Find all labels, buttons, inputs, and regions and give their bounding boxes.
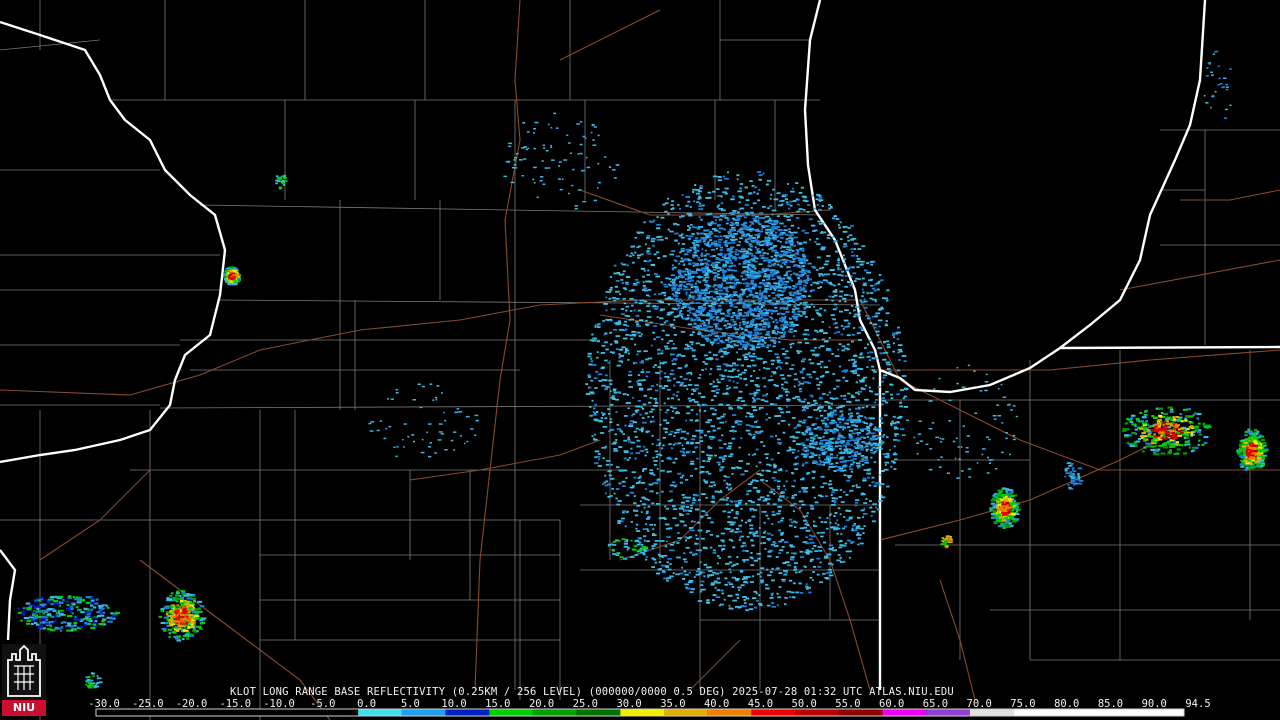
scale-label: 50.0 bbox=[791, 698, 817, 710]
scale-label: 30.0 bbox=[616, 698, 642, 710]
scale-segment bbox=[1013, 709, 1184, 716]
scale-segment bbox=[576, 709, 621, 716]
scale-label: 20.0 bbox=[528, 698, 555, 710]
scale-label: 5.0 bbox=[400, 698, 420, 710]
scale-label: 85.0 bbox=[1097, 698, 1124, 710]
scale-label: 55.0 bbox=[835, 698, 861, 710]
scale-label: -30.0 bbox=[88, 698, 120, 710]
scale-segment bbox=[882, 709, 927, 716]
scale-segment bbox=[707, 709, 752, 716]
scale-label: 65.0 bbox=[922, 698, 949, 710]
scale-label: 0.0 bbox=[357, 698, 377, 710]
scale-label: -20.0 bbox=[175, 698, 208, 710]
scale-label: 35.0 bbox=[660, 698, 686, 710]
radar-product-caption: KLOT LONG RANGE BASE REFLECTIVITY (0.25K… bbox=[230, 686, 954, 698]
reflectivity-color-scale bbox=[95, 708, 1185, 717]
scale-segment bbox=[969, 709, 1014, 716]
scale-label: 60.0 bbox=[879, 698, 905, 710]
scale-segment bbox=[445, 709, 490, 716]
scale-label: -25.0 bbox=[131, 698, 164, 710]
scale-label: 15.0 bbox=[485, 698, 511, 710]
niu-logo: NIU bbox=[2, 644, 46, 716]
scale-segment bbox=[795, 709, 839, 716]
scale-label: 80.0 bbox=[1054, 698, 1080, 710]
color-scale-labels: -30.0 -25.0 -20.0 -15.0 -10.0 -5.0 0.0 5.0 10.0 1… bbox=[88, 698, 1210, 710]
niu-logo-label: NIU bbox=[2, 700, 46, 716]
scale-label: 40.0 bbox=[703, 698, 730, 710]
scale-segment bbox=[926, 709, 970, 716]
scale-segment bbox=[664, 709, 708, 716]
scale-segment bbox=[401, 709, 446, 716]
scale-segment bbox=[532, 709, 577, 716]
scale-label: 90.0 bbox=[1141, 698, 1167, 710]
scale-segment bbox=[620, 709, 665, 716]
scale-label: 75.0 bbox=[1010, 698, 1036, 710]
scale-segment bbox=[751, 709, 796, 716]
radar-map bbox=[0, 0, 1280, 720]
scale-segment bbox=[96, 709, 359, 716]
scale-label: 94.5 bbox=[1185, 698, 1211, 710]
scale-label: 45.0 bbox=[747, 698, 774, 710]
castle-icon bbox=[2, 644, 46, 700]
scale-label: -10.0 bbox=[263, 698, 295, 710]
scale-label: -5.0 bbox=[310, 698, 336, 710]
scale-segment bbox=[358, 709, 402, 716]
scale-label: 10.0 bbox=[441, 698, 467, 710]
scale-segment bbox=[489, 709, 533, 716]
scale-label: 70.0 bbox=[966, 698, 992, 710]
scale-segment bbox=[838, 709, 883, 716]
scale-label: -15.0 bbox=[219, 698, 252, 710]
scale-label: 25.0 bbox=[572, 698, 599, 710]
